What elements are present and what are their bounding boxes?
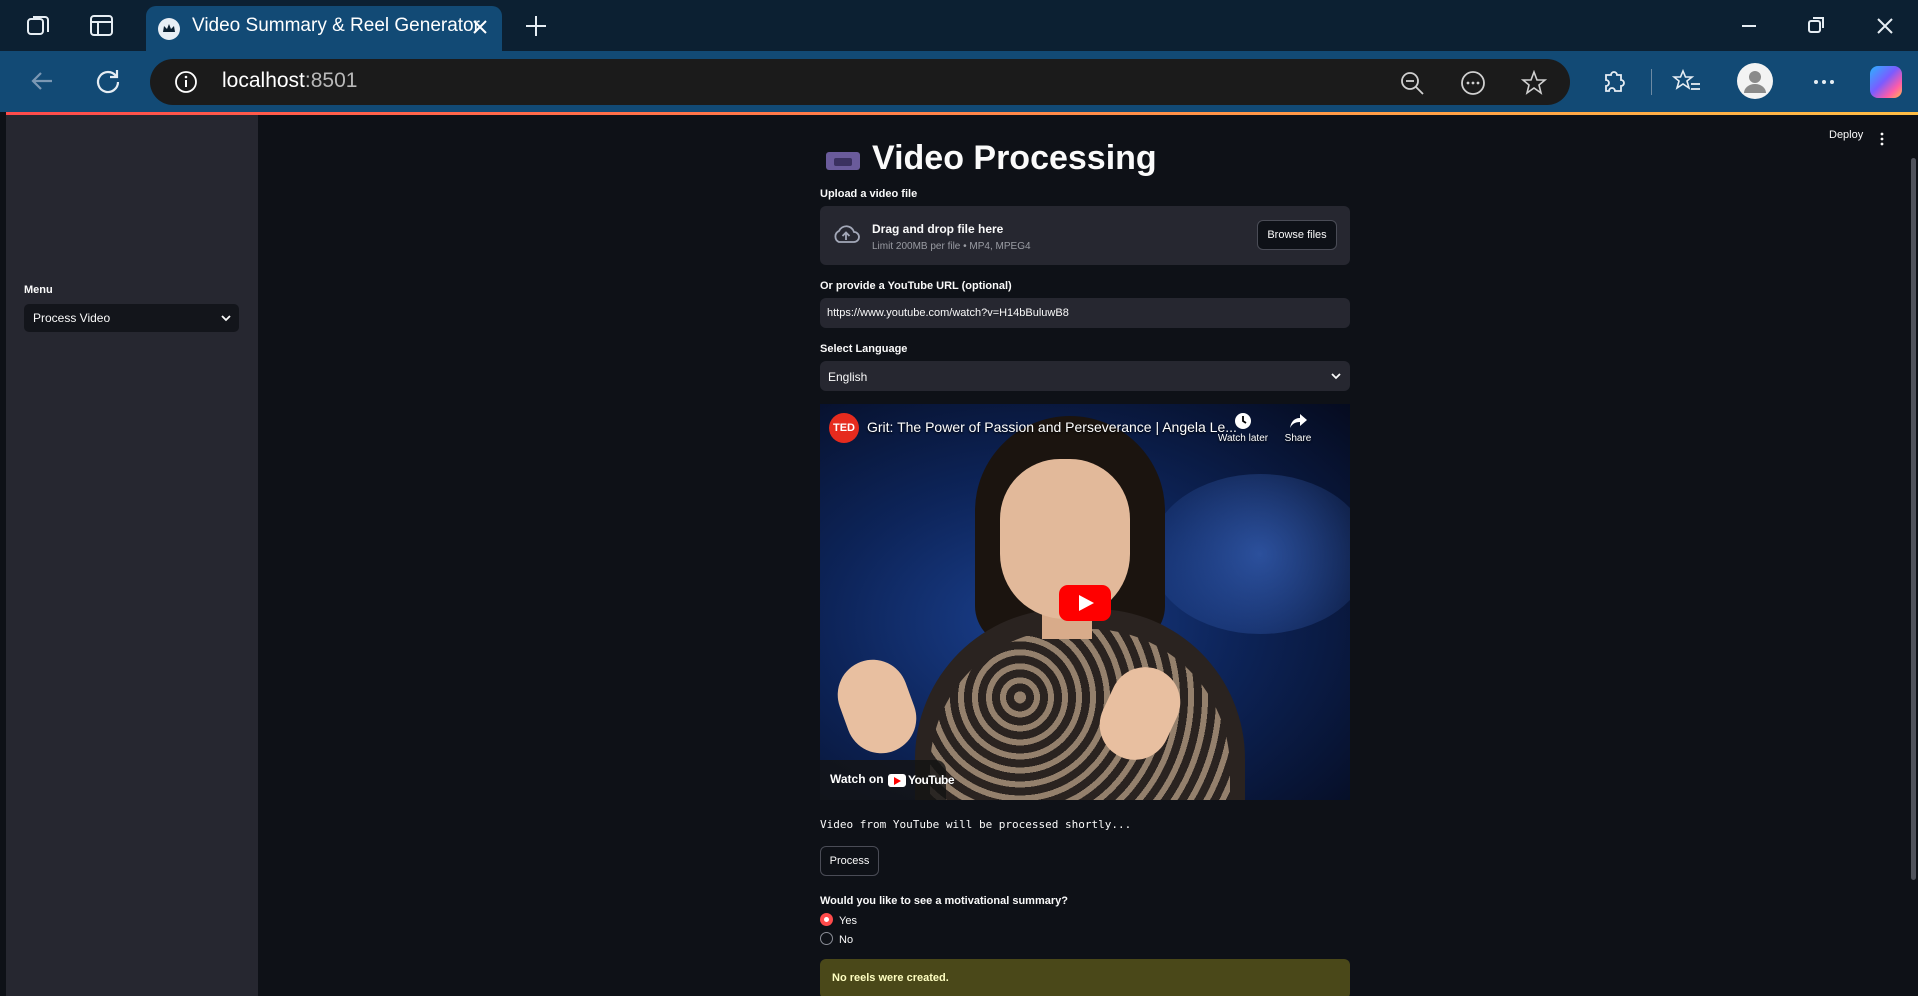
url-port: :8501 — [304, 69, 358, 92]
tab-active[interactable]: Video Summary & Reel Generator — [146, 6, 502, 51]
watch-later-button[interactable]: Watch later — [1215, 411, 1271, 444]
chevron-down-icon — [1331, 373, 1341, 380]
zoom-out-icon[interactable] — [1399, 70, 1425, 96]
browse-files-button[interactable]: Browse files — [1257, 220, 1337, 250]
refresh-icon[interactable] — [92, 65, 124, 97]
favorites-icon[interactable] — [1672, 67, 1702, 97]
youtube-url-label: Or provide a YouTube URL (optional) — [820, 280, 1012, 292]
reading-view-icon[interactable] — [1460, 70, 1486, 96]
app-viewport: Menu Process Video Deploy Video Processi… — [6, 112, 1918, 996]
restore-icon[interactable] — [1801, 12, 1831, 40]
site-info-icon[interactable] — [174, 70, 198, 94]
menu-label: Menu — [24, 284, 53, 296]
upload-drag-text: Drag and drop file here — [872, 222, 1004, 236]
youtube-video-embed[interactable]: TED Grit: The Power of Passion and Perse… — [820, 404, 1350, 800]
clock-icon — [1235, 413, 1251, 429]
play-button[interactable] — [1059, 585, 1111, 621]
video-background-light — [1150, 474, 1350, 634]
watch-on-label: Watch on — [830, 772, 884, 786]
cloud-upload-icon — [834, 225, 860, 243]
share-label: Share — [1284, 433, 1312, 444]
app-header-accent — [6, 112, 1918, 115]
watch-later-label: Watch later — [1217, 433, 1269, 444]
youtube-url-value: https://www.youtube.com/watch?v=H14bBulu… — [827, 307, 1069, 319]
video-title[interactable]: Grit: The Power of Passion and Persevera… — [867, 419, 1237, 435]
share-arrow-icon — [1290, 414, 1307, 428]
process-button[interactable]: Process — [820, 846, 879, 876]
sidebar: Menu Process Video — [6, 115, 258, 996]
deploy-button[interactable]: Deploy — [1829, 129, 1863, 141]
minimize-icon[interactable] — [1734, 12, 1764, 40]
radio-yes-label[interactable]: Yes — [839, 915, 857, 927]
back-arrow-icon[interactable] — [26, 65, 58, 97]
browser-titlebar: Video Summary & Reel Generator — [0, 0, 1918, 51]
file-uploader-dropzone[interactable]: Drag and drop file here Limit 200MB per … — [820, 206, 1350, 265]
streamlit-crown-icon — [158, 18, 180, 40]
extensions-icon[interactable] — [1598, 67, 1628, 97]
radio-no[interactable] — [820, 932, 833, 945]
settings-more-icon[interactable] — [1809, 67, 1839, 97]
upload-label: Upload a video file — [820, 188, 918, 200]
chevron-down-icon — [221, 315, 231, 322]
menu-select-value: Process Video — [33, 311, 111, 325]
close-window-icon[interactable] — [1870, 12, 1900, 40]
language-label: Select Language — [820, 343, 908, 355]
video-camera-icon — [826, 152, 860, 170]
main-menu-icon[interactable] — [1880, 132, 1884, 146]
browser-toolbar: localhost:8501 — [0, 51, 1918, 112]
language-select-value: English — [828, 370, 868, 384]
close-tab-icon[interactable] — [468, 15, 492, 39]
profile-avatar[interactable] — [1737, 63, 1773, 99]
url-text[interactable]: localhost:8501 — [222, 69, 357, 93]
new-tab-icon[interactable] — [522, 12, 550, 40]
ted-channel-icon[interactable]: TED — [829, 413, 859, 443]
copilot-icon[interactable] — [1870, 66, 1902, 98]
workspaces-icon[interactable] — [25, 12, 52, 39]
warning-alert: No reels were created. — [820, 959, 1350, 996]
menu-select[interactable]: Process Video — [24, 304, 239, 332]
radio-no-label[interactable]: No — [839, 934, 853, 946]
watch-on-youtube-link[interactable]: Watch on YouTube — [820, 760, 955, 800]
warning-text: No reels were created. — [832, 972, 949, 984]
favorite-star-icon[interactable] — [1521, 70, 1547, 96]
share-button[interactable]: Share — [1270, 411, 1326, 444]
url-host: localhost — [222, 69, 305, 92]
video-speaker-left-hand — [827, 649, 927, 764]
page-title-text: Video Processing — [872, 139, 1157, 177]
tab-actions-icon[interactable] — [88, 12, 115, 39]
language-select[interactable]: English — [820, 361, 1350, 391]
summary-question: Would you like to see a motivational sum… — [820, 895, 1068, 907]
page-title: Video Processing — [872, 139, 1157, 178]
youtube-wordmark: YouTube — [908, 773, 955, 787]
youtube-logo-icon — [888, 774, 906, 787]
page-scrollbar[interactable] — [1911, 158, 1916, 880]
status-text: Video from YouTube will be processed sho… — [820, 818, 1132, 831]
address-bar[interactable]: localhost:8501 — [150, 59, 1570, 105]
toolbar-separator — [1651, 69, 1652, 95]
tab-title: Video Summary & Reel Generator — [192, 15, 480, 36]
radio-yes[interactable] — [820, 913, 833, 926]
youtube-url-input[interactable]: https://www.youtube.com/watch?v=H14bBulu… — [820, 298, 1350, 328]
upload-limit-text: Limit 200MB per file • MP4, MPEG4 — [872, 241, 1031, 252]
